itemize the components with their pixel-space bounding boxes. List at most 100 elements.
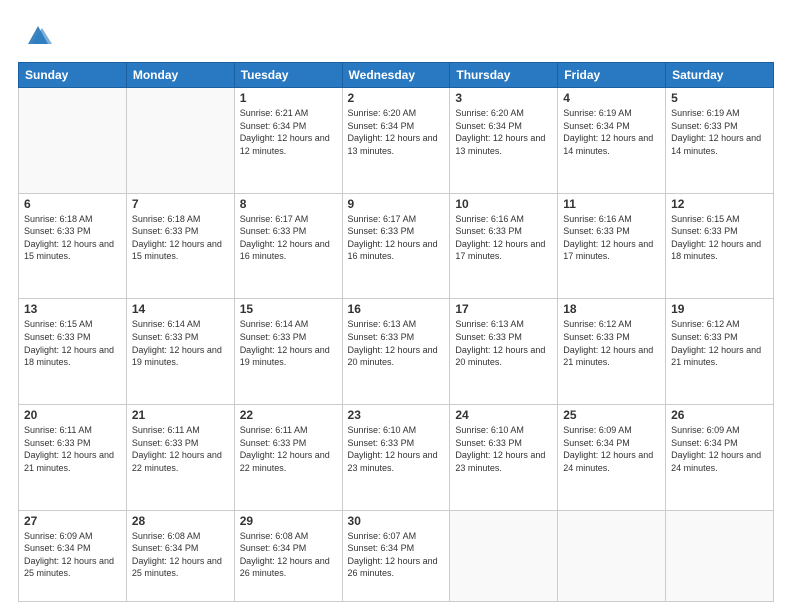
day-info: Sunrise: 6:21 AM Sunset: 6:34 PM Dayligh… [240, 107, 337, 157]
day-number: 10 [455, 197, 552, 211]
calendar-cell: 5 Sunrise: 6:19 AM Sunset: 6:33 PM Daylig… [666, 88, 774, 194]
weekday-header-row: SundayMondayTuesdayWednesdayThursdayFrid… [19, 63, 774, 88]
day-info: Sunrise: 6:15 AM Sunset: 6:33 PM Dayligh… [24, 318, 121, 368]
day-number: 9 [348, 197, 445, 211]
calendar-cell [450, 510, 558, 601]
calendar-cell: 22Sunrise: 6:11 AM Sunset: 6:33 PM Dayli… [234, 405, 342, 511]
calendar-week-row: 6 Sunrise: 6:18 AM Sunset: 6:33 PM Daylig… [19, 193, 774, 299]
calendar-cell: 27 Sunrise: 6:09 AM Sunset: 6:34 PM Dayli… [19, 510, 127, 601]
day-number: 13 [24, 302, 121, 316]
calendar-cell: 28 Sunrise: 6:08 AM Sunset: 6:34 PM Dayli… [126, 510, 234, 601]
day-info: Sunrise: 6:18 AM Sunset: 6:33 PM Dayligh… [24, 213, 121, 263]
day-number: 11 [563, 197, 660, 211]
day-info: Sunrise: 6:17 AM Sunset: 6:33 PM Dayligh… [240, 213, 337, 263]
day-number: 24 [455, 408, 552, 422]
calendar-week-row: 13 Sunrise: 6:15 AM Sunset: 6:33 PM Dayli… [19, 299, 774, 405]
day-number: 25 [563, 408, 660, 422]
day-info: Sunrise: 6:09 AM Sunset: 6:34 PM Dayligh… [24, 530, 121, 580]
day-number: 26 [671, 408, 768, 422]
calendar-cell: 15 Sunrise: 6:14 AM Sunset: 6:33 PM Dayli… [234, 299, 342, 405]
day-number: 3 [455, 91, 552, 105]
calendar-cell: 14 Sunrise: 6:14 AM Sunset: 6:33 PM Dayli… [126, 299, 234, 405]
calendar-cell: 2 Sunrise: 6:20 AM Sunset: 6:34 PM Daylig… [342, 88, 450, 194]
calendar-cell: 24 Sunrise: 6:10 AM Sunset: 6:33 PM Dayli… [450, 405, 558, 511]
calendar-cell: 18 Sunrise: 6:12 AM Sunset: 6:33 PM Dayli… [558, 299, 666, 405]
calendar-table: SundayMondayTuesdayWednesdayThursdayFrid… [18, 62, 774, 602]
calendar-cell: 6 Sunrise: 6:18 AM Sunset: 6:33 PM Daylig… [19, 193, 127, 299]
day-info: Sunrise: 6:16 AM Sunset: 6:33 PM Dayligh… [563, 213, 660, 263]
calendar-cell: 7 Sunrise: 6:18 AM Sunset: 6:33 PM Daylig… [126, 193, 234, 299]
day-info: Sunrise: 6:08 AM Sunset: 6:34 PM Dayligh… [240, 530, 337, 580]
day-number: 17 [455, 302, 552, 316]
day-number: 27 [24, 514, 121, 528]
calendar-cell: 30Sunrise: 6:07 AM Sunset: 6:34 PM Dayli… [342, 510, 450, 601]
day-info: Sunrise: 6:15 AM Sunset: 6:33 PM Dayligh… [671, 213, 768, 263]
calendar-cell: 20 Sunrise: 6:11 AM Sunset: 6:33 PM Dayli… [19, 405, 127, 511]
day-info: Sunrise: 6:20 AM Sunset: 6:34 PM Dayligh… [455, 107, 552, 157]
weekday-header-saturday: Saturday [666, 63, 774, 88]
day-info: Sunrise: 6:11 AM Sunset: 6:33 PM Dayligh… [132, 424, 229, 474]
calendar-cell: 13 Sunrise: 6:15 AM Sunset: 6:33 PM Dayli… [19, 299, 127, 405]
day-info: Sunrise: 6:13 AM Sunset: 6:33 PM Dayligh… [455, 318, 552, 368]
day-info: Sunrise: 6:18 AM Sunset: 6:33 PM Dayligh… [132, 213, 229, 263]
day-info: Sunrise: 6:16 AM Sunset: 6:33 PM Dayligh… [455, 213, 552, 263]
calendar-cell: 21Sunrise: 6:11 AM Sunset: 6:33 PM Dayli… [126, 405, 234, 511]
page: SundayMondayTuesdayWednesdayThursdayFrid… [0, 0, 792, 612]
calendar-cell: 19 Sunrise: 6:12 AM Sunset: 6:33 PM Dayli… [666, 299, 774, 405]
day-info: Sunrise: 6:08 AM Sunset: 6:34 PM Dayligh… [132, 530, 229, 580]
day-number: 28 [132, 514, 229, 528]
calendar-cell: 8Sunrise: 6:17 AM Sunset: 6:33 PM Daylig… [234, 193, 342, 299]
calendar-cell: 23 Sunrise: 6:10 AM Sunset: 6:33 PM Dayli… [342, 405, 450, 511]
calendar-cell: 3 Sunrise: 6:20 AM Sunset: 6:34 PM Daylig… [450, 88, 558, 194]
calendar-cell: 4 Sunrise: 6:19 AM Sunset: 6:34 PM Daylig… [558, 88, 666, 194]
calendar-week-row: 27 Sunrise: 6:09 AM Sunset: 6:34 PM Dayli… [19, 510, 774, 601]
day-info: Sunrise: 6:10 AM Sunset: 6:33 PM Dayligh… [455, 424, 552, 474]
calendar-cell [666, 510, 774, 601]
day-info: Sunrise: 6:09 AM Sunset: 6:34 PM Dayligh… [563, 424, 660, 474]
logo [18, 18, 54, 50]
calendar-cell: 9Sunrise: 6:17 AM Sunset: 6:33 PM Daylig… [342, 193, 450, 299]
day-info: Sunrise: 6:11 AM Sunset: 6:33 PM Dayligh… [24, 424, 121, 474]
calendar-cell: 11 Sunrise: 6:16 AM Sunset: 6:33 PM Dayli… [558, 193, 666, 299]
calendar-week-row: 20 Sunrise: 6:11 AM Sunset: 6:33 PM Dayli… [19, 405, 774, 511]
day-number: 14 [132, 302, 229, 316]
calendar-cell: 25 Sunrise: 6:09 AM Sunset: 6:34 PM Dayli… [558, 405, 666, 511]
day-number: 7 [132, 197, 229, 211]
weekday-header-thursday: Thursday [450, 63, 558, 88]
day-number: 18 [563, 302, 660, 316]
calendar-cell [19, 88, 127, 194]
day-info: Sunrise: 6:12 AM Sunset: 6:33 PM Dayligh… [563, 318, 660, 368]
calendar-cell [558, 510, 666, 601]
day-number: 23 [348, 408, 445, 422]
day-number: 15 [240, 302, 337, 316]
day-number: 4 [563, 91, 660, 105]
day-info: Sunrise: 6:14 AM Sunset: 6:33 PM Dayligh… [132, 318, 229, 368]
calendar-week-row: 1Sunrise: 6:21 AM Sunset: 6:34 PM Daylig… [19, 88, 774, 194]
weekday-header-tuesday: Tuesday [234, 63, 342, 88]
calendar-cell: 1Sunrise: 6:21 AM Sunset: 6:34 PM Daylig… [234, 88, 342, 194]
day-number: 20 [24, 408, 121, 422]
day-number: 12 [671, 197, 768, 211]
day-info: Sunrise: 6:09 AM Sunset: 6:34 PM Dayligh… [671, 424, 768, 474]
weekday-header-wednesday: Wednesday [342, 63, 450, 88]
day-number: 29 [240, 514, 337, 528]
weekday-header-monday: Monday [126, 63, 234, 88]
calendar-cell [126, 88, 234, 194]
header [18, 18, 774, 50]
day-info: Sunrise: 6:14 AM Sunset: 6:33 PM Dayligh… [240, 318, 337, 368]
calendar-cell: 26 Sunrise: 6:09 AM Sunset: 6:34 PM Dayli… [666, 405, 774, 511]
day-number: 19 [671, 302, 768, 316]
day-info: Sunrise: 6:19 AM Sunset: 6:33 PM Dayligh… [671, 107, 768, 157]
day-number: 5 [671, 91, 768, 105]
calendar-cell: 29 Sunrise: 6:08 AM Sunset: 6:34 PM Dayli… [234, 510, 342, 601]
weekday-header-friday: Friday [558, 63, 666, 88]
day-info: Sunrise: 6:20 AM Sunset: 6:34 PM Dayligh… [348, 107, 445, 157]
day-number: 6 [24, 197, 121, 211]
calendar-cell: 10 Sunrise: 6:16 AM Sunset: 6:33 PM Dayli… [450, 193, 558, 299]
day-info: Sunrise: 6:10 AM Sunset: 6:33 PM Dayligh… [348, 424, 445, 474]
day-number: 30 [348, 514, 445, 528]
day-info: Sunrise: 6:19 AM Sunset: 6:34 PM Dayligh… [563, 107, 660, 157]
day-info: Sunrise: 6:12 AM Sunset: 6:33 PM Dayligh… [671, 318, 768, 368]
day-number: 2 [348, 91, 445, 105]
calendar-cell: 16Sunrise: 6:13 AM Sunset: 6:33 PM Dayli… [342, 299, 450, 405]
